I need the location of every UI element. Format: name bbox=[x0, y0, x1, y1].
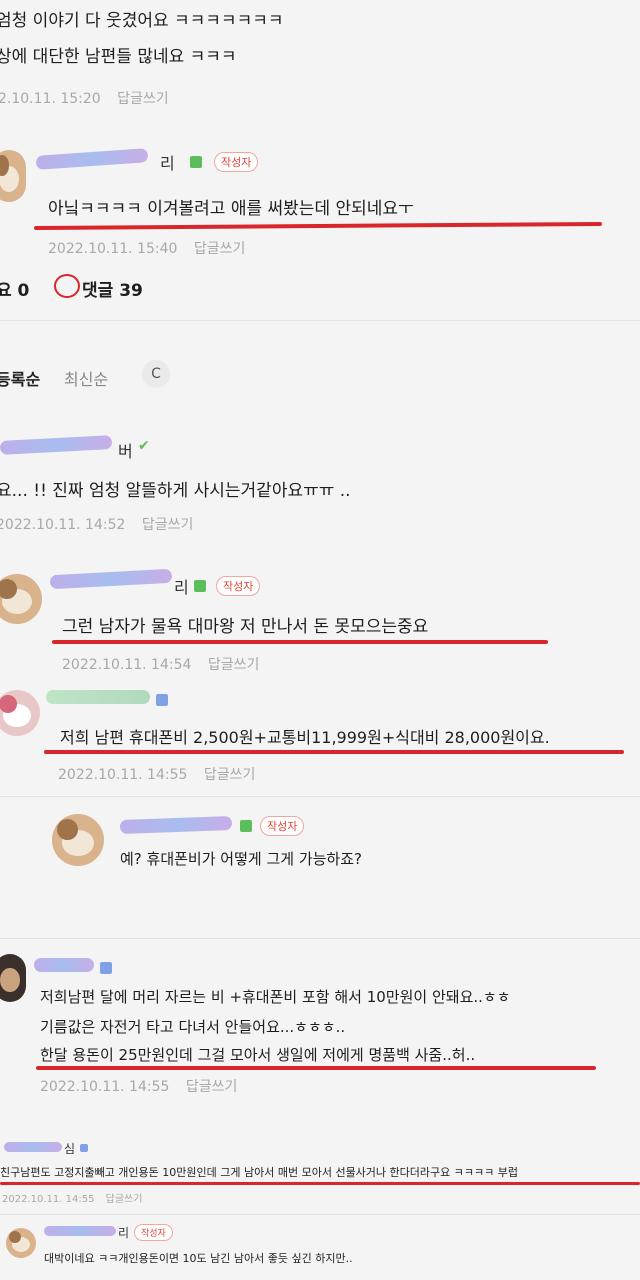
comment-date: 2022.10.11. 14:54 bbox=[62, 657, 192, 673]
nickname[interactable]: 버 bbox=[118, 438, 133, 462]
top-comment-line2: 상에 대단한 남편들 많네요 ㅋㅋㅋ bbox=[0, 47, 237, 67]
divider bbox=[0, 1214, 640, 1215]
divider bbox=[0, 938, 640, 939]
reply-button[interactable]: 답글쓰기 bbox=[208, 657, 260, 673]
member-level-icon bbox=[194, 580, 206, 592]
comment-item: 저희 남편 휴대폰비 2,500원+교통비11,999원+식대비 28,000원… bbox=[0, 686, 640, 786]
red-underline bbox=[44, 750, 624, 754]
comment-meta: 2022.10.11. 14:52 답글쓰기 bbox=[0, 514, 193, 534]
member-level-icon bbox=[240, 820, 252, 832]
comment-item: 리 작성자 그런 남자가 물욕 대마왕 저 만나서 돈 못모으는중요 2022.… bbox=[0, 560, 640, 680]
redacted-nickname bbox=[4, 1142, 62, 1152]
author-badge: 작성자 bbox=[214, 152, 259, 172]
redacted-nickname bbox=[0, 435, 113, 455]
comment-date: 2022.10.11. 14:52 bbox=[0, 517, 126, 533]
comment-item: 심 친구남편도 고정지출빼고 개인용돈 10만원인데 그게 남아서 매번 모아서… bbox=[0, 1140, 640, 1210]
reply-button[interactable]: 답글쓰기 bbox=[204, 767, 256, 783]
comment-date: 2022.10.11. 14:55 bbox=[58, 767, 188, 783]
sort-latest[interactable]: 최신순 bbox=[64, 366, 108, 390]
redacted-nickname bbox=[44, 1226, 116, 1236]
comment-count[interactable]: 댓글 39 bbox=[82, 276, 143, 301]
avatar[interactable] bbox=[0, 574, 42, 624]
top-comment: 엄청 이야기 다 웃겼어요 ㅋㅋㅋㅋㅋㅋㅋ 상에 대단한 남편들 많네요 ㅋㅋㅋ… bbox=[0, 0, 640, 130]
reply-button[interactable]: 답글쓰기 bbox=[117, 91, 169, 107]
nickname[interactable]: 리 bbox=[174, 574, 189, 598]
member-level-icon bbox=[80, 1144, 88, 1152]
avatar[interactable] bbox=[52, 814, 104, 866]
comment-item: 리 작성자 아닠ㅋㅋㅋㅋ 이겨볼려고 애를 써봤는데 안되네요ㅜ 2022.10… bbox=[0, 140, 640, 260]
sort-row: 등록순 최신순 C bbox=[0, 356, 640, 396]
reply-button[interactable]: 답글쓰기 bbox=[186, 1079, 238, 1095]
comment-text: 그런 남자가 물욕 대마왕 저 만나서 돈 못모으는중요 bbox=[62, 617, 429, 637]
reply-button[interactable]: 답글쓰기 bbox=[142, 517, 194, 533]
redacted-nickname bbox=[35, 148, 149, 170]
comment-text: 예? 휴대폰비가 어떻게 그게 가능하죠? bbox=[120, 850, 362, 868]
avatar[interactable] bbox=[0, 690, 40, 736]
comment-item: 저희남편 달에 머리 자르는 비 +휴대폰비 포함 해서 10만원이 안돼요..… bbox=[0, 948, 640, 1098]
divider bbox=[0, 320, 640, 321]
comment-text: 요... !! 진짜 엄청 알뜰하게 사시는거같아요ㅠㅠ .. bbox=[0, 481, 351, 501]
redacted-nickname bbox=[49, 568, 173, 590]
member-level-icon bbox=[156, 694, 168, 706]
red-underline bbox=[0, 1182, 640, 1185]
author-badge: 작성자 bbox=[134, 1224, 173, 1241]
comment-meta: 2022.10.11. 14:55 답글쓰기 bbox=[58, 764, 255, 784]
comment-text: 대박이네요 ㅋㅋ개인용돈이면 10도 남긴 남아서 좋듯 싶긴 하지만.. bbox=[44, 1252, 353, 1265]
comment-meta: 2022.10.11. 14:55 답글쓰기 bbox=[40, 1076, 237, 1096]
author-badge: 작성자 bbox=[216, 576, 261, 596]
comment-text-line2: 기름값은 자전거 타고 다녀서 안들어요...ㅎㅎㅎ.. bbox=[40, 1018, 346, 1036]
top-comment-line1: 엄청 이야기 다 웃겼어요 ㅋㅋㅋㅋㅋㅋㅋ bbox=[0, 11, 284, 31]
top-comment-meta: 2.10.11. 15:20 답글쓰기 bbox=[0, 88, 169, 108]
comment-bubble-icon bbox=[54, 274, 80, 298]
comment-text: 저희 남편 휴대폰비 2,500원+교통비11,999원+식대비 28,000원… bbox=[60, 728, 550, 747]
nickname[interactable]: 리 bbox=[118, 1224, 129, 1241]
red-underline bbox=[33, 222, 603, 230]
comment-meta: 2022.10.11. 14:55 답글쓰기 bbox=[2, 1190, 142, 1205]
avatar[interactable] bbox=[6, 1228, 36, 1258]
like-count[interactable]: 요 0 bbox=[0, 276, 29, 301]
avatar[interactable] bbox=[0, 150, 26, 202]
comment-item: 리 작성자 대박이네요 ㅋㅋ개인용돈이면 10도 남긴 남아서 좋듯 싶긴 하지… bbox=[0, 1222, 640, 1280]
comment-date: 2022.10.11. 14:55 bbox=[40, 1079, 170, 1095]
comment-text-line1: 저희남편 달에 머리 자르는 비 +휴대폰비 포함 해서 10만원이 안돼요..… bbox=[40, 988, 511, 1006]
comment-date: 2.10.11. 15:20 bbox=[0, 91, 101, 107]
comment-text: 친구남편도 고정지출빼고 개인용돈 10만원인데 그게 남아서 매번 모아서 선… bbox=[0, 1166, 518, 1179]
stats-row: 요 0 댓글 39 bbox=[0, 270, 640, 306]
redacted-nickname bbox=[46, 690, 150, 704]
red-underline bbox=[52, 640, 548, 644]
member-level-icon bbox=[190, 156, 202, 168]
avatar[interactable] bbox=[0, 954, 26, 1002]
comment-date: 2022.10.11. 15:40 bbox=[48, 241, 178, 257]
comment-text-line3: 한달 용돈이 25만원인데 그걸 모아서 생일에 저에게 명품백 사줌..허.. bbox=[40, 1046, 476, 1064]
divider bbox=[0, 796, 640, 797]
member-level-icon bbox=[100, 962, 112, 974]
nickname[interactable]: 심 bbox=[64, 1140, 75, 1157]
comment-item: 버 ✔ 요... !! 진짜 엄청 알뜰하게 사시는거같아요ㅠㅠ .. 2022… bbox=[0, 428, 640, 543]
verified-icon: ✔ bbox=[138, 438, 150, 454]
comment-date: 2022.10.11. 14:55 bbox=[2, 1194, 95, 1205]
comment-meta: 2022.10.11. 15:40 답글쓰기 bbox=[48, 238, 245, 258]
redacted-nickname bbox=[34, 958, 94, 972]
red-underline bbox=[36, 1066, 596, 1070]
comment-text: 아닠ㅋㅋㅋㅋ 이겨볼려고 애를 써봤는데 안되네요ㅜ bbox=[48, 199, 414, 219]
nickname[interactable]: 리 bbox=[160, 150, 175, 174]
author-badge: 작성자 bbox=[260, 816, 305, 836]
reply-button[interactable]: 답글쓰기 bbox=[194, 241, 246, 257]
comment-meta: 2022.10.11. 14:54 답글쓰기 bbox=[62, 654, 259, 674]
redacted-nickname bbox=[119, 816, 233, 834]
sort-registered[interactable]: 등록순 bbox=[0, 366, 40, 390]
reply-item: 작성자 예? 휴대폰비가 어떻게 그게 가능하죠? bbox=[0, 806, 640, 886]
refresh-icon[interactable]: C bbox=[142, 360, 170, 388]
reply-button[interactable]: 답글쓰기 bbox=[106, 1194, 143, 1205]
